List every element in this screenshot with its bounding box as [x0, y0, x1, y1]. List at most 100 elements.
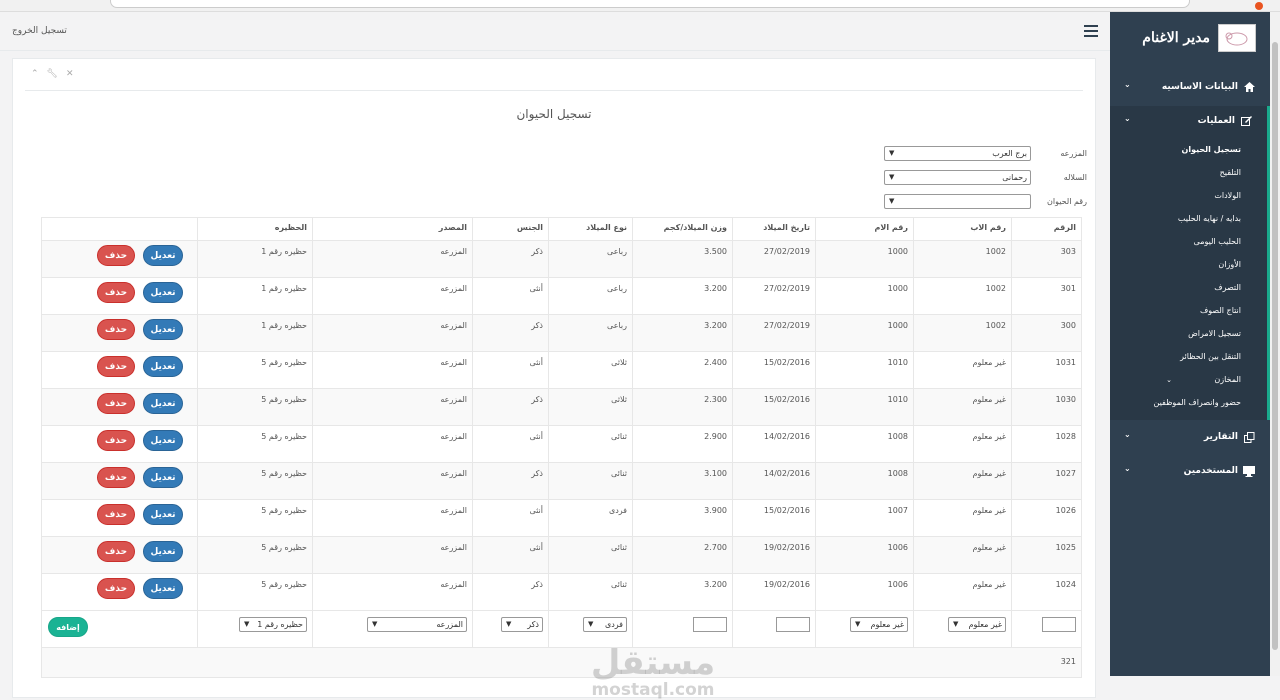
wrench-icon[interactable]: 🔧︎ [47, 69, 58, 79]
table-cell: 1030 [1011, 388, 1082, 426]
new-birthdate-input[interactable] [776, 617, 810, 632]
submenu-item[interactable]: تسجيل الامراض [1110, 322, 1267, 345]
animal-select[interactable]: ▼ [884, 194, 1031, 209]
sidebar-item-operations[interactable]: العمليات ⌄ [1110, 106, 1270, 136]
table-cell: 1027 [1011, 462, 1082, 500]
table-cell: 1007 [815, 499, 914, 537]
edit-button[interactable]: تعديل [143, 578, 183, 599]
table-cell: ثلاثى [548, 388, 633, 426]
delete-button[interactable]: حذف [97, 504, 135, 525]
table-cell: 1000 [815, 277, 914, 315]
dropdown-arrow-icon: ▼ [372, 620, 378, 628]
delete-button[interactable]: حذف [97, 430, 135, 451]
divider [25, 90, 1083, 91]
dropdown-arrow-icon: ▼ [889, 149, 895, 157]
table-cell: 1026 [1011, 499, 1082, 537]
submenu-item[interactable]: الأوزان [1110, 253, 1267, 276]
input-cell: فردى ▼ [548, 610, 633, 648]
submenu-item[interactable]: الحليب اليومى [1110, 230, 1267, 253]
farm-select[interactable]: برج العرب ▼ [884, 146, 1031, 161]
delete-button[interactable]: حذف [97, 578, 135, 599]
delete-button[interactable]: حذف [97, 467, 135, 488]
delete-button[interactable]: حذف [97, 356, 135, 377]
row-actions: تعديل حذف [41, 314, 198, 352]
breed-select[interactable]: رحمانى ▼ [884, 170, 1031, 185]
new-barn-select[interactable]: حظيره رقم 1 ▼ [239, 617, 307, 632]
table-cell: المزرعه [312, 573, 473, 611]
row-actions: تعديل حذف [41, 536, 198, 574]
edit-button[interactable]: تعديل [143, 245, 183, 266]
table-cell: حظيره رقم 5 [197, 573, 313, 611]
edit-button[interactable]: تعديل [143, 319, 183, 340]
logo-icon [1218, 24, 1256, 52]
page-scrollbar[interactable] [1270, 12, 1280, 676]
sidebar-item-basic-data[interactable]: البيانات الاساسيه ⌄ [1110, 72, 1270, 102]
menu-toggle-icon[interactable] [1084, 25, 1098, 37]
table-footer-row: 321 [41, 647, 1082, 678]
new-gender-select[interactable]: ذكر ▼ [501, 617, 543, 632]
submenu-item[interactable]: حضور وانصراف الموظفين [1110, 391, 1267, 414]
address-bar[interactable] [110, 0, 1190, 8]
table-cell: أنثى [472, 277, 549, 315]
dropdown-arrow-icon: ▼ [889, 173, 895, 181]
submenu-item[interactable]: تسجيل الحيوان [1110, 138, 1267, 161]
breed-filter: السلاله رحمانى ▼ [884, 170, 1087, 185]
collapse-icon[interactable]: ⌃ [31, 69, 39, 79]
new-birth-type-select[interactable]: فردى ▼ [583, 617, 627, 632]
browser-menu-icon[interactable] [1255, 2, 1263, 10]
table-cell: المزرعه [312, 462, 473, 500]
sidebar-item-label: البيانات الاساسيه [1161, 82, 1238, 92]
delete-button[interactable]: حذف [97, 541, 135, 562]
row-actions: تعديل حذف [41, 462, 198, 500]
delete-button[interactable]: حذف [97, 393, 135, 414]
close-icon[interactable]: ✕ [66, 69, 74, 79]
row-actions: تعديل حذف [41, 351, 198, 389]
new-source-select[interactable]: المزرعه ▼ [367, 617, 467, 632]
submenu-item[interactable]: الولادات [1110, 184, 1267, 207]
submenu-item[interactable]: بدايه / نهايه الحليب [1110, 207, 1267, 230]
edit-button[interactable]: تعديل [143, 393, 183, 414]
table-row: 1027 غير معلوم 1008 14/02/2016 3.100 ثنائى ذكر… [41, 462, 1082, 500]
table-cell: 15/02/2016 [732, 499, 816, 537]
submenu-item-stores[interactable]: المخازن ⌄ [1110, 368, 1267, 391]
table-cell: المزرعه [312, 425, 473, 463]
new-mother-select[interactable]: غير معلوم ▼ [850, 617, 908, 632]
table-row: 301 1002 1000 27/02/2019 3.200 رباعى أنثى المزر… [41, 277, 1082, 315]
edit-button[interactable]: تعديل [143, 356, 183, 377]
delete-button[interactable]: حذف [97, 282, 135, 303]
farm-filter: المزرعه برج العرب ▼ [884, 146, 1087, 161]
table-cell: 15/02/2016 [732, 388, 816, 426]
sidebar-item-reports[interactable]: التقارير ⌄ [1110, 420, 1270, 454]
edit-button[interactable]: تعديل [143, 541, 183, 562]
new-father-select[interactable]: غير معلوم ▼ [948, 617, 1006, 632]
sidebar-item-users[interactable]: المستخدمين ⌄ [1110, 454, 1270, 488]
delete-button[interactable]: حذف [97, 245, 135, 266]
add-button[interactable]: إضافه [48, 617, 88, 637]
table-cell: 3.200 [632, 314, 733, 352]
home-icon [1243, 81, 1255, 93]
logout-link[interactable]: تسجيل الخروج [12, 26, 67, 36]
dropdown-arrow-icon: ▼ [953, 620, 959, 628]
edit-button[interactable]: تعديل [143, 467, 183, 488]
table-cell: 3.100 [632, 462, 733, 500]
table-cell: غير معلوم [913, 499, 1012, 537]
delete-button[interactable]: حذف [97, 319, 135, 340]
operations-submenu: تسجيل الحيوان التلقيح الولادات بدايه / ن… [1110, 136, 1270, 420]
table-cell: ثنائى [548, 536, 633, 574]
edit-button[interactable]: تعديل [143, 282, 183, 303]
submenu-item[interactable]: انتاج الصوف [1110, 299, 1267, 322]
input-cell [732, 610, 816, 648]
edit-button[interactable]: تعديل [143, 430, 183, 451]
edit-button[interactable]: تعديل [143, 504, 183, 525]
chevron-down-icon: ⌄ [1124, 430, 1131, 439]
submenu-item[interactable]: التصرف [1110, 276, 1267, 299]
table-cell: أنثى [472, 351, 549, 389]
table-cell: ذكر [472, 388, 549, 426]
scrollbar-thumb[interactable] [1272, 42, 1278, 650]
submenu-item[interactable]: التلقيح [1110, 161, 1267, 184]
new-number-input[interactable] [1042, 617, 1076, 632]
submenu-item[interactable]: التنقل بين الحظائر [1110, 345, 1267, 368]
new-weight-input[interactable] [693, 617, 727, 632]
column-header: الرقم [1011, 217, 1082, 241]
table-cell: 14/02/2016 [732, 462, 816, 500]
